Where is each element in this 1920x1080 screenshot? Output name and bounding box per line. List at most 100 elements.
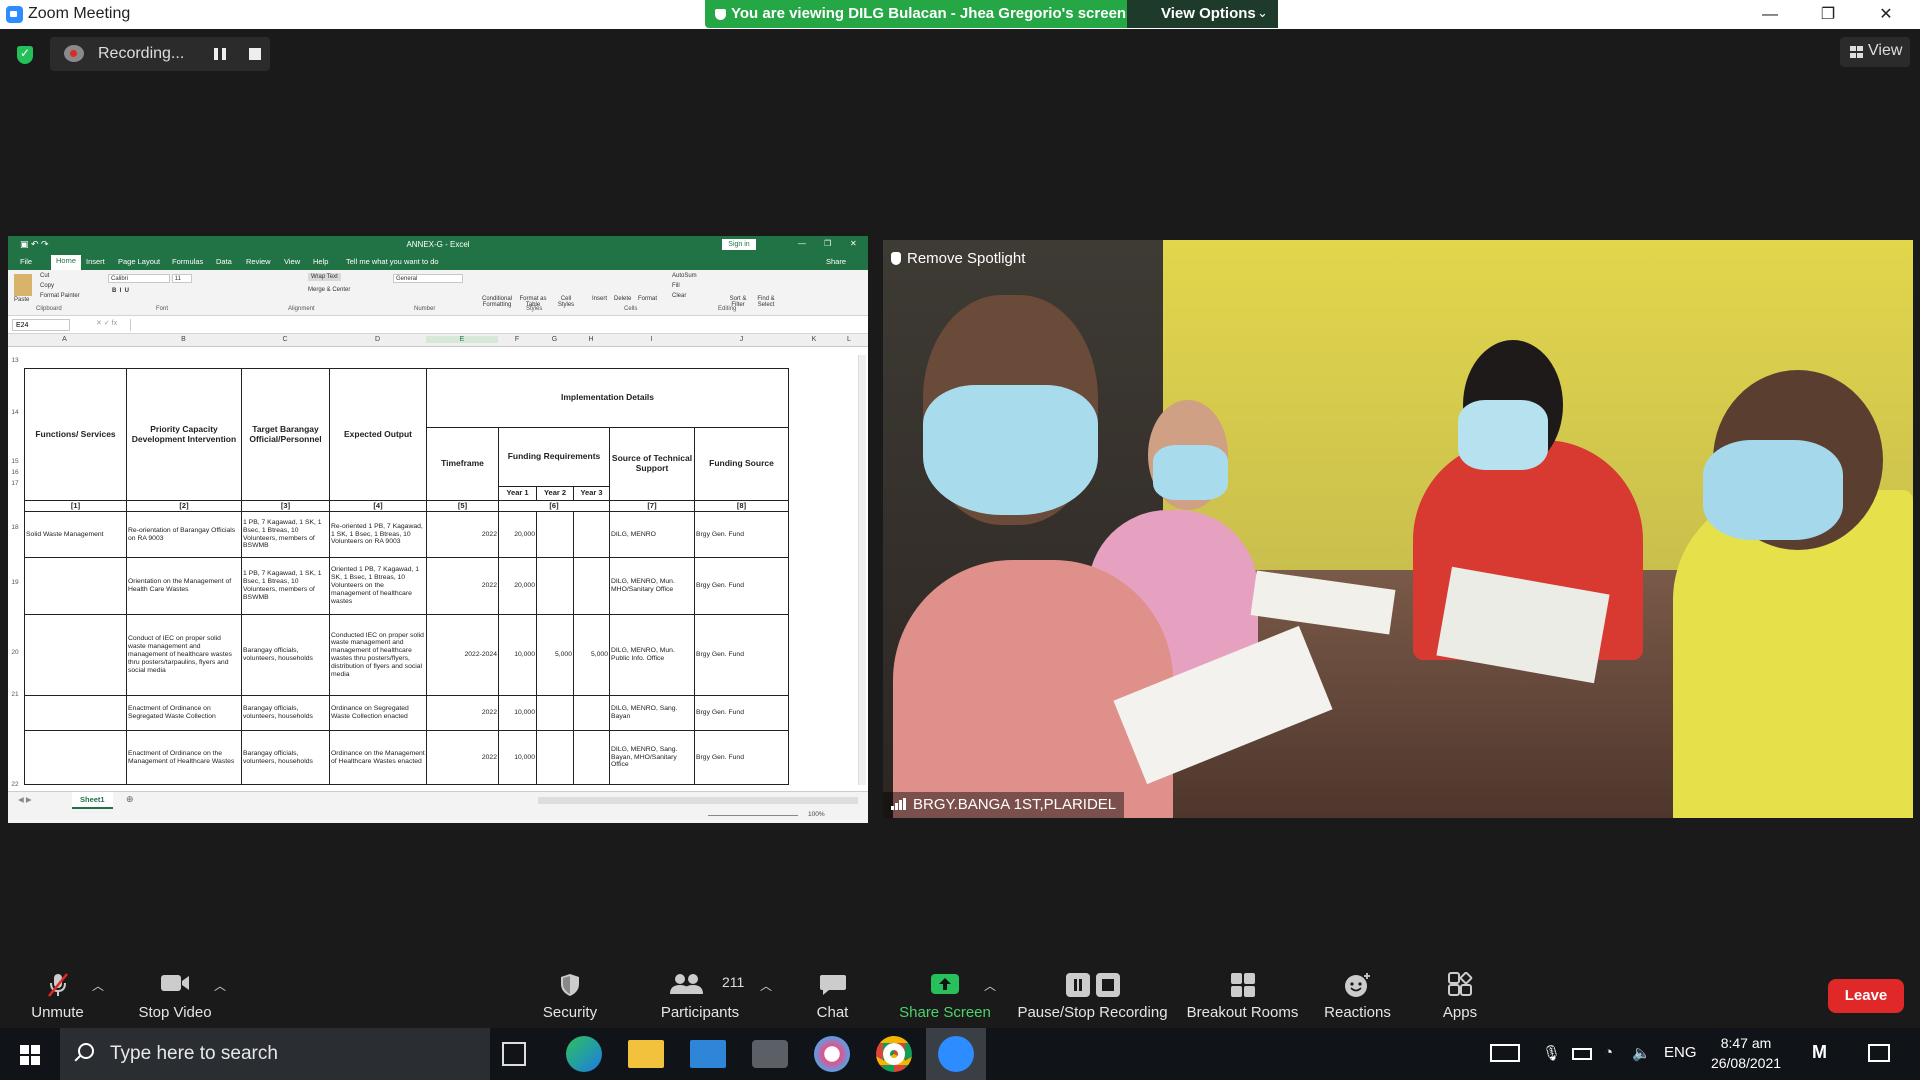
table-cell[interactable]: 1 PB, 7 Kagawad, 1 SK, 1 Bsec, 1 Btreas,… xyxy=(241,557,330,615)
worksheet-grid[interactable]: 13 14 15 16 17 18 19 20 21 22 Functions/… xyxy=(8,353,863,788)
share-options-chevron-icon[interactable]: ︿ xyxy=(984,977,996,994)
table-cell[interactable] xyxy=(536,511,574,558)
conditional-formatting-button[interactable]: Conditional Formatting xyxy=(480,296,514,308)
tab-insert[interactable]: Insert xyxy=(86,257,105,266)
pause-stop-recording-button[interactable]: Pause/Stop Recording xyxy=(1010,962,1175,1028)
notifications-icon[interactable] xyxy=(1868,1044,1890,1062)
table-cell[interactable] xyxy=(573,511,610,558)
table-cell[interactable]: Enactment of Ordinance on the Management… xyxy=(126,730,242,785)
col-f[interactable]: F xyxy=(498,336,536,343)
table-cell[interactable] xyxy=(24,695,127,731)
table-cell[interactable] xyxy=(24,557,127,615)
table-cell[interactable]: 5,000 xyxy=(573,614,610,696)
table-cell[interactable]: Ordinance on the Management of Healthcar… xyxy=(329,730,427,785)
news-widget-icon[interactable] xyxy=(1490,1044,1520,1062)
encryption-shield-icon[interactable] xyxy=(17,46,33,64)
zoom-taskbar-icon[interactable] xyxy=(938,1036,974,1072)
close-icon[interactable]: ✕ xyxy=(850,239,857,248)
horizontal-scrollbar[interactable] xyxy=(538,797,858,804)
table-cell[interactable]: 1 PB, 7 Kagawad, 1 SK, 1 Bsec, 1 Btreas,… xyxy=(241,511,330,558)
taskbar-search[interactable]: Type here to search xyxy=(60,1028,490,1080)
table-cell[interactable] xyxy=(573,695,610,731)
breakout-rooms-button[interactable]: Breakout Rooms xyxy=(1180,962,1305,1028)
cell-styles-button[interactable]: Cell Styles xyxy=(552,296,580,308)
delete-cells-button[interactable]: Delete xyxy=(614,296,631,302)
tab-view[interactable]: View xyxy=(284,257,300,266)
col-a[interactable]: A xyxy=(22,336,107,343)
header-funding-source[interactable]: Funding Source xyxy=(694,427,789,501)
table-cell[interactable]: DILG, MENRO xyxy=(609,511,695,558)
col-h[interactable]: H xyxy=(573,336,609,343)
header-target[interactable]: Target Barangay Official/Personnel xyxy=(241,368,330,501)
formula-input[interactable] xyxy=(130,319,860,331)
remove-spotlight-button[interactable]: Remove Spotlight xyxy=(891,250,1025,267)
header-expected-output[interactable]: Expected Output xyxy=(329,368,427,501)
table-cell[interactable]: Re-oriented 1 PB, 7 Kagawad, 1 SK, 1 Bse… xyxy=(329,511,427,558)
sheet-tab-sheet1[interactable]: Sheet1 xyxy=(72,792,113,809)
header-year-2[interactable]: Year 2 xyxy=(536,486,574,501)
wrap-text-button[interactable]: Wrap Text xyxy=(308,273,341,281)
taskbar-clock[interactable]: 8:47 am 26/08/2021 xyxy=(1706,1033,1786,1073)
add-sheet-icon[interactable]: ⊕ xyxy=(126,794,134,805)
close-button[interactable]: ✕ xyxy=(1858,0,1914,29)
table-cell[interactable]: Barangay officials, volunteers, househol… xyxy=(241,614,330,696)
paste-label[interactable]: Paste xyxy=(14,297,29,303)
col-g[interactable]: G xyxy=(536,336,573,343)
autosum-button[interactable]: AutoSum xyxy=(672,273,697,279)
zoom-level[interactable]: 100% xyxy=(808,811,825,818)
header-priority[interactable]: Priority Capacity Development Interventi… xyxy=(126,368,242,501)
table-cell[interactable]: 5,000 xyxy=(536,614,574,696)
table-cell[interactable]: DILG, MENRO, Sang. Bayan, MHO/Sanitary O… xyxy=(609,730,695,785)
row-number[interactable]: 15 xyxy=(8,458,22,465)
table-cell[interactable]: Barangay officials, volunteers, househol… xyxy=(241,695,330,731)
stop-recording-icon[interactable] xyxy=(249,48,261,60)
table-cell[interactable]: DILG, MENRO, Mun. MHO/Sanitary Office xyxy=(609,557,695,615)
number-format-select[interactable]: General xyxy=(393,274,463,283)
header-functions[interactable]: Functions/ Services xyxy=(24,368,127,501)
restore-icon[interactable]: ❐ xyxy=(824,239,831,248)
row-number[interactable]: 20 xyxy=(8,649,22,656)
row-number[interactable]: 16 xyxy=(8,469,22,476)
mail-icon[interactable] xyxy=(690,1040,726,1068)
chrome-browser-icon[interactable] xyxy=(876,1036,912,1072)
col-j[interactable]: J xyxy=(694,336,789,343)
header-year-3[interactable]: Year 3 xyxy=(573,486,610,501)
col-k[interactable]: K xyxy=(789,336,839,343)
tab-home[interactable]: Home xyxy=(51,255,82,270)
format-painter-button[interactable]: Format Painter xyxy=(40,293,80,299)
tab-formulas[interactable]: Formulas xyxy=(172,257,203,266)
col-c[interactable]: C xyxy=(241,336,329,343)
table-cell[interactable]: Brgy Gen. Fund xyxy=(694,511,789,558)
col-d[interactable]: D xyxy=(329,336,426,343)
insert-cells-button[interactable]: Insert xyxy=(592,296,607,302)
language-indicator[interactable]: ENG xyxy=(1664,1044,1697,1061)
tell-me-search[interactable]: Tell me what you want to do xyxy=(346,257,439,266)
table-cell[interactable]: 2022 xyxy=(426,695,499,731)
participants-chevron-icon[interactable]: ︿ xyxy=(760,977,772,994)
wifi-icon[interactable]: ◔ xyxy=(1604,1044,1613,1061)
table-cell[interactable]: Orientation on the Management of Health … xyxy=(126,557,242,615)
row-number[interactable]: 21 xyxy=(8,691,22,698)
edge-browser-icon[interactable] xyxy=(566,1036,602,1072)
pause-recording-icon[interactable] xyxy=(214,48,226,60)
stop-video-button[interactable]: Stop Video xyxy=(130,962,220,1028)
table-cell[interactable] xyxy=(536,730,574,785)
file-explorer-icon[interactable] xyxy=(628,1040,664,1068)
copy-button[interactable]: Copy xyxy=(40,283,54,289)
find-select-button[interactable]: Find & Select xyxy=(754,296,778,308)
security-button[interactable]: Security xyxy=(530,962,610,1028)
table-cell[interactable]: 2022 xyxy=(426,730,499,785)
minimize-icon[interactable]: — xyxy=(798,239,806,248)
share-screen-button[interactable]: Share Screen xyxy=(895,962,995,1028)
cut-button[interactable]: Cut xyxy=(40,273,49,279)
app-tray-icon[interactable]: M xyxy=(1812,1042,1827,1063)
table-cell[interactable] xyxy=(536,695,574,731)
audio-options-chevron-icon[interactable]: ︿ xyxy=(92,977,104,994)
windows-start-icon[interactable] xyxy=(20,1045,40,1065)
header-timeframe[interactable]: Timeframe xyxy=(426,427,499,501)
table-cell[interactable]: Brgy Gen. Fund xyxy=(694,730,789,785)
col-b[interactable]: B xyxy=(126,336,241,343)
row-number[interactable]: 22 xyxy=(8,781,22,788)
table-cell[interactable]: 2022-2024 xyxy=(426,614,499,696)
table-cell[interactable] xyxy=(536,557,574,615)
